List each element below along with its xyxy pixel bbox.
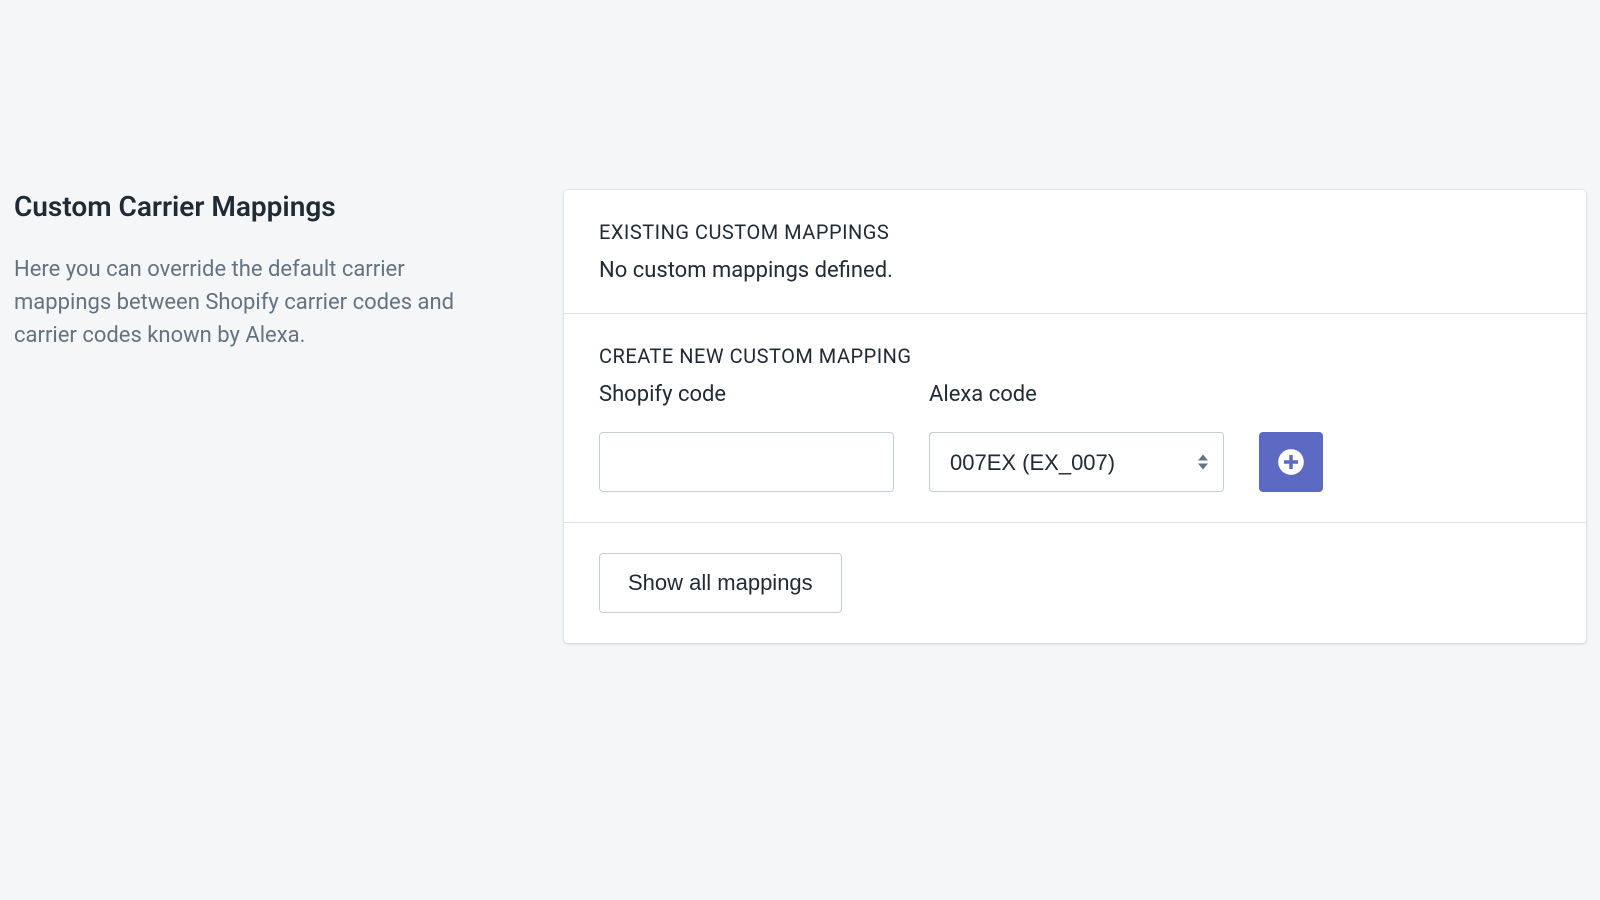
existing-mappings-section: EXISTING CUSTOM MAPPINGS No custom mappi… — [564, 190, 1586, 313]
plus-circle-icon — [1277, 448, 1305, 476]
create-mapping-section: CREATE NEW CUSTOM MAPPING Shopify code A… — [564, 313, 1586, 522]
show-all-mappings-button[interactable]: Show all mappings — [599, 553, 842, 613]
existing-mappings-heading: EXISTING CUSTOM MAPPINGS — [599, 220, 1551, 244]
alexa-code-field: Alexa code 007EX (EX_007) — [929, 382, 1224, 492]
shopify-code-input[interactable] — [599, 432, 894, 492]
shopify-code-field: Shopify code — [599, 382, 894, 492]
page-description: Here you can override the default carrie… — [14, 253, 504, 352]
actions-section: Show all mappings — [564, 522, 1586, 643]
alexa-code-label: Alexa code — [929, 382, 1224, 407]
main-card: EXISTING CUSTOM MAPPINGS No custom mappi… — [564, 190, 1586, 643]
sidebar: Custom Carrier Mappings Here you can ove… — [14, 190, 564, 643]
page-title: Custom Carrier Mappings — [14, 190, 504, 223]
add-mapping-button[interactable] — [1259, 432, 1323, 492]
alexa-code-select[interactable]: 007EX (EX_007) — [929, 432, 1224, 492]
existing-mappings-empty: No custom mappings defined. — [599, 258, 1551, 283]
create-mapping-heading: CREATE NEW CUSTOM MAPPING — [599, 344, 1551, 368]
shopify-code-label: Shopify code — [599, 382, 894, 407]
